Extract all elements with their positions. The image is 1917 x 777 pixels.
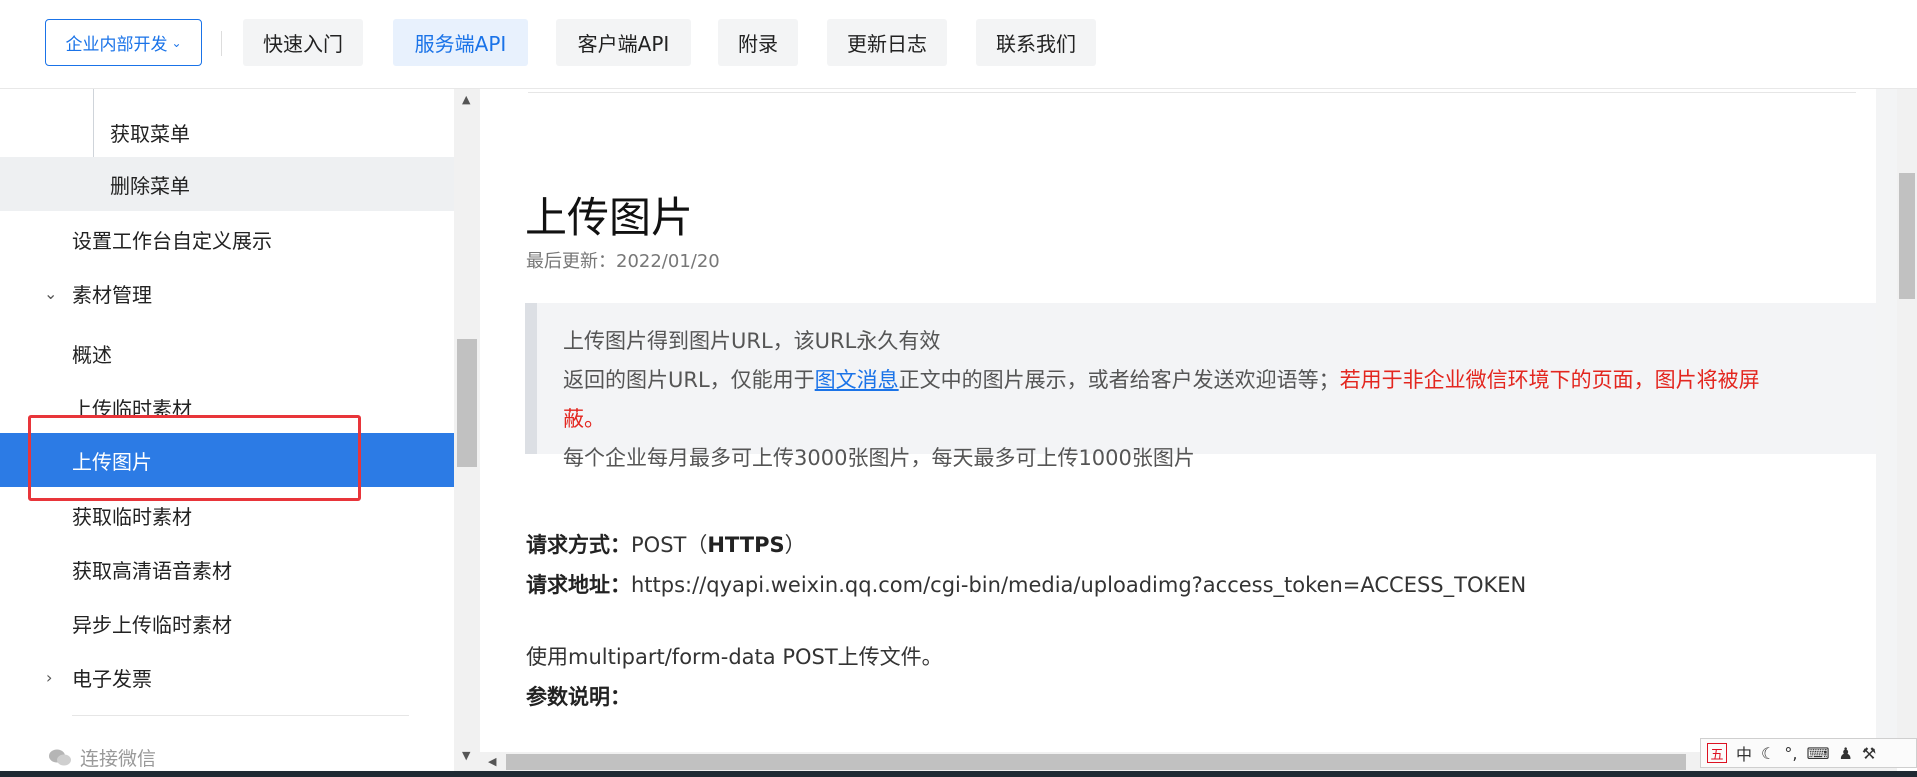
content-scroll-thumb[interactable] (1899, 173, 1915, 299)
product-select-dropdown[interactable]: 企业内部开发 ⌄ (45, 19, 202, 66)
note-text: 正文中的图片展示，或者给客户发送欢迎语等； (898, 368, 1340, 392)
sidebar-item-label: 设置工作台自定义展示 (72, 228, 272, 253)
ime-logo-icon[interactable]: 五 (1707, 743, 1727, 763)
top-navigation-bar: 企业内部开发 ⌄ 快速入门 服务端API 客户端API 附录 更新日志 联系我们 (0, 0, 1917, 89)
upload-note: 使用multipart/form-data POST上传文件。 (526, 645, 943, 669)
rich-message-link[interactable]: 图文消息 (815, 368, 899, 392)
scroll-down-arrow-icon[interactable]: ▼ (462, 749, 470, 762)
article-content: 上传图片 最后更新：2022/01/20 上传图片得到图片URL，该URL永久有… (480, 89, 1876, 753)
sidebar-item-get-menu[interactable]: 获取菜单 (0, 105, 454, 159)
sidebar-nav: 获取菜单 删除菜单 设置工作台自定义展示 ⌄ 素材管理 概述 上传临时素材 上传… (0, 89, 454, 777)
request-url-label: 请求地址： (526, 573, 631, 597)
tab-label: 快速入门 (263, 32, 343, 56)
sidebar-item-media-management[interactable]: ⌄ 素材管理 (0, 266, 454, 320)
horizontal-scrollbar[interactable]: ◀ (480, 752, 1897, 772)
tab-server-api[interactable]: 服务端API (393, 19, 528, 66)
content-divider (528, 92, 1856, 93)
tab-changelog[interactable]: 更新日志 (827, 19, 947, 66)
tab-contact-us[interactable]: 联系我们 (976, 19, 1096, 66)
tab-label: 更新日志 (847, 32, 927, 56)
note-line-3: 每个企业每月最多可上传3000张图片，每天最多可上传1000张图片 (563, 446, 1195, 470)
sidebar-item-label: 获取高清语音素材 (72, 558, 232, 583)
tab-client-api[interactable]: 客户端API (556, 19, 691, 66)
sidebar-item-label: 概述 (72, 342, 112, 367)
note-text: 返回的图片URL，仅能用于 (563, 368, 815, 392)
sidebar-item-label: 异步上传临时素材 (72, 612, 232, 637)
sidebar-item-upload-temp-media[interactable]: 上传临时素材 (0, 380, 454, 434)
request-method-https: HTTPS (707, 533, 785, 557)
sidebar-item-get-hd-voice[interactable]: 获取高清语音素材 (0, 542, 454, 596)
sidebar-item-label: 获取临时素材 (72, 504, 192, 529)
request-url: 请求地址：https://qyapi.weixin.qq.com/cgi-bin… (526, 569, 1526, 599)
taskbar-strip (0, 771, 1917, 777)
sidebar-scroll-thumb[interactable] (457, 339, 477, 467)
page-title: 上传图片 (525, 193, 694, 242)
chevron-down-icon: ⌄ (171, 35, 182, 50)
chevron-down-icon: ⌄ (44, 283, 58, 303)
tab-appendix[interactable]: 附录 (718, 19, 798, 66)
sidebar-item-overview[interactable]: 概述 (0, 326, 454, 380)
sidebar-item-label: 删除菜单 (110, 173, 190, 198)
note-line-2: 返回的图片URL，仅能用于图文消息正文中的图片展示，或者给客户发送欢迎语等；若用… (563, 364, 1760, 394)
request-method-label: 请求方式： (526, 533, 631, 557)
warning-text: 若用于非企业微信环境下的页面，图片将被屏 (1339, 368, 1760, 392)
content-scrollbar[interactable] (1897, 89, 1917, 753)
sidebar-item-upload-image[interactable]: 上传图片 (0, 433, 454, 487)
last-updated: 最后更新：2022/01/20 (526, 251, 720, 272)
sidebar-item-label: 上传图片 (72, 449, 152, 474)
user-icon[interactable]: ♟ (1839, 744, 1853, 763)
ime-toolbar[interactable]: 五 中 ☾ °, ⌨ ♟ ⚒ (1700, 738, 1917, 768)
sidebar-item-delete-menu[interactable]: 删除菜单 (0, 157, 454, 211)
sidebar-item-get-temp-media[interactable]: 获取临时素材 (0, 488, 454, 542)
nav-divider (221, 31, 222, 56)
sidebar-item-e-invoice[interactable]: › 电子发票 (0, 650, 454, 704)
params-label: 参数说明： (526, 681, 631, 711)
horizontal-scroll-thumb[interactable] (506, 754, 1686, 770)
request-method: 请求方式：POST（HTTPS） (526, 529, 806, 559)
keyboard-icon[interactable]: ⌨ (1806, 744, 1829, 763)
sidebar-scrollbar[interactable]: ▲ ▼ (454, 89, 480, 777)
params-label-text: 参数说明： (526, 685, 631, 709)
request-method-close: ） (784, 533, 806, 557)
scroll-left-arrow-icon[interactable]: ◀ (488, 755, 496, 768)
connect-wechat-label: 连接微信 (80, 748, 157, 770)
info-note: 上传图片得到图片URL，该URL永久有效 返回的图片URL，仅能用于图文消息正文… (525, 303, 1876, 470)
punctuation-icon[interactable]: °, (1784, 744, 1797, 763)
note-line-1: 上传图片得到图片URL，该URL永久有效 (563, 329, 941, 353)
tab-label: 联系我们 (996, 32, 1076, 56)
tab-label: 服务端API (414, 32, 507, 56)
sidebar-item-workbench-display[interactable]: 设置工作台自定义展示 (0, 212, 454, 266)
ime-language-toggle[interactable]: 中 (1736, 741, 1752, 765)
tab-quick-start[interactable]: 快速入门 (243, 19, 363, 66)
product-select-label: 企业内部开发 (65, 35, 168, 55)
sidebar-item-async-upload[interactable]: 异步上传临时素材 (0, 596, 454, 650)
chevron-right-icon: › (46, 667, 53, 687)
sidebar-item-label: 获取菜单 (110, 121, 190, 146)
scroll-up-arrow-icon[interactable]: ▲ (462, 93, 470, 106)
moon-icon[interactable]: ☾ (1761, 744, 1775, 763)
wechat-icon (48, 748, 72, 768)
sidebar-divider (72, 715, 409, 716)
tab-label: 附录 (738, 32, 778, 56)
request-url-value: https://qyapi.weixin.qq.com/cgi-bin/medi… (631, 573, 1527, 597)
connect-wechat-link[interactable]: 连接微信 (48, 744, 156, 771)
sidebar-item-label: 电子发票 (72, 666, 152, 691)
wrench-icon[interactable]: ⚒ (1862, 744, 1876, 763)
sidebar-item-label: 上传临时素材 (72, 396, 192, 421)
sidebar-item-label: 素材管理 (72, 282, 152, 307)
warning-text-continued: 蔽。 (563, 407, 605, 431)
tab-label: 客户端API (577, 32, 670, 56)
request-method-value: POST（ (631, 533, 708, 557)
